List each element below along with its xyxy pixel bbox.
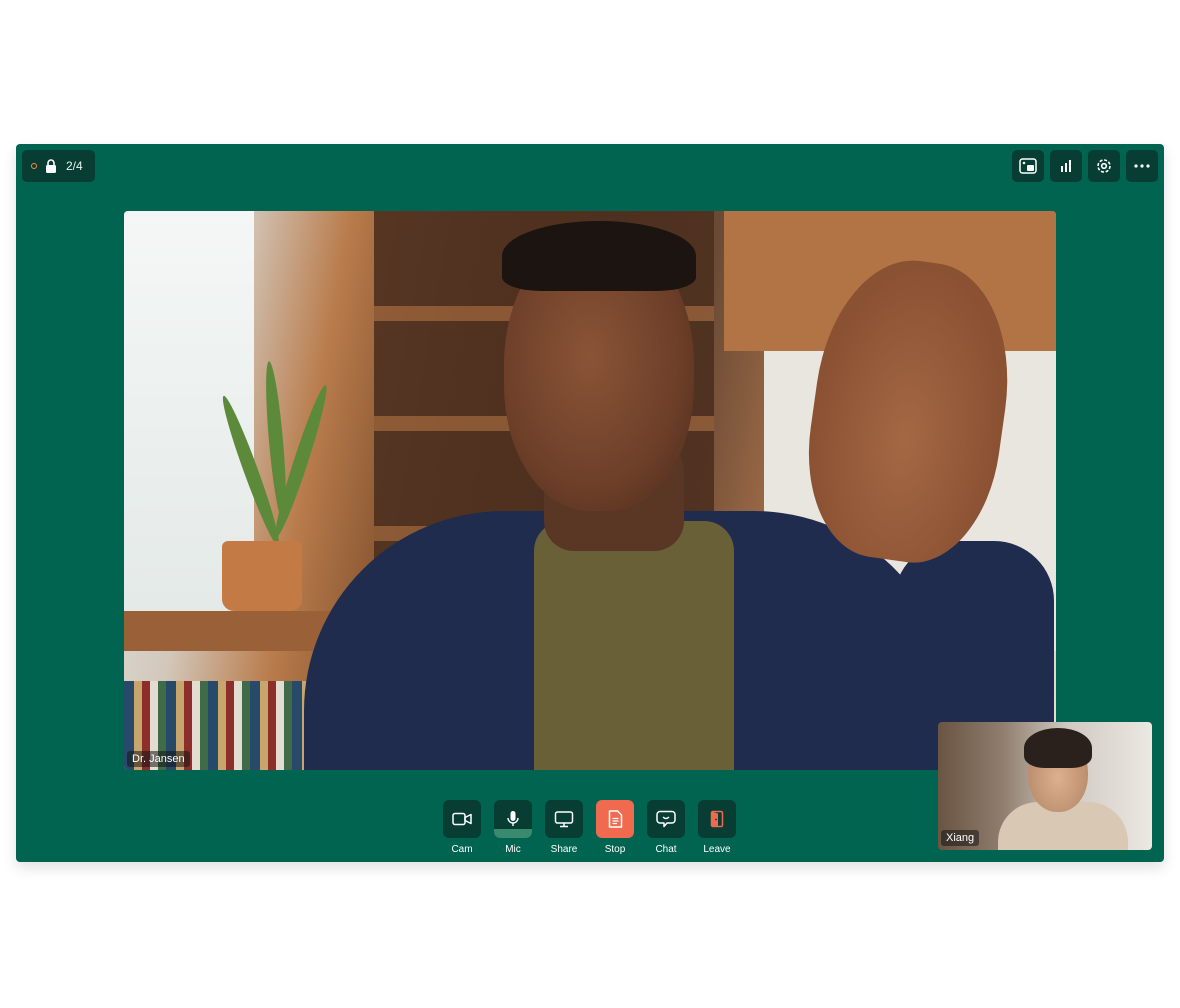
share-button[interactable] (545, 800, 583, 838)
self-view-tile[interactable]: Xiang (938, 722, 1152, 850)
self-view-name: Xiang (941, 830, 980, 846)
leave-control: Leave (698, 800, 736, 855)
call-window: 2/4 Dr. Jansen Xiang Cam Mic Share Stop … (16, 144, 1164, 862)
layout-icon (1019, 158, 1037, 174)
recording-indicator (31, 163, 37, 169)
share-control: Share (545, 800, 583, 855)
cam-button[interactable] (443, 800, 481, 838)
mic-label: Mic (505, 844, 521, 855)
cam-control: Cam (443, 800, 481, 855)
settings-button[interactable] (1088, 150, 1120, 182)
stats-button[interactable] (1050, 150, 1082, 182)
more-button[interactable] (1126, 150, 1158, 182)
chat-button[interactable] (647, 800, 685, 838)
stop-button[interactable] (596, 800, 634, 838)
participant-count: 2/4 (66, 159, 83, 173)
plant-pot (222, 541, 302, 611)
more-icon (1134, 164, 1150, 168)
stats-icon (1061, 160, 1071, 172)
mic-button[interactable] (494, 800, 532, 838)
top-actions (1012, 150, 1158, 182)
participant-sweater (534, 521, 734, 770)
main-participant-name: Dr. Jansen (127, 751, 190, 767)
mic-control: Mic (494, 800, 532, 855)
chat-control: Chat (647, 800, 685, 855)
self-view-hair (1024, 728, 1092, 768)
exit-door-icon (710, 810, 724, 828)
camera-icon (452, 812, 472, 826)
stop-label: Stop (604, 844, 626, 855)
document-icon (608, 810, 622, 828)
call-controls: Cam Mic Share Stop Chat Leave (443, 800, 736, 855)
leave-button[interactable] (698, 800, 736, 838)
share-label: Share (550, 844, 578, 855)
chat-label: Chat (655, 844, 677, 855)
microphone-icon (507, 811, 519, 826)
chat-icon (656, 810, 676, 828)
cam-label: Cam (451, 844, 473, 855)
call-status-pill: 2/4 (22, 150, 95, 182)
screen-share-icon (554, 810, 574, 827)
settings-icon (1097, 159, 1111, 173)
participant-hair (502, 221, 696, 291)
leave-label: Leave (703, 844, 731, 855)
main-video-tile[interactable]: Dr. Jansen (124, 211, 1056, 770)
lock-icon (46, 159, 56, 173)
stop-control: Stop (596, 800, 634, 855)
layout-button[interactable] (1012, 150, 1044, 182)
